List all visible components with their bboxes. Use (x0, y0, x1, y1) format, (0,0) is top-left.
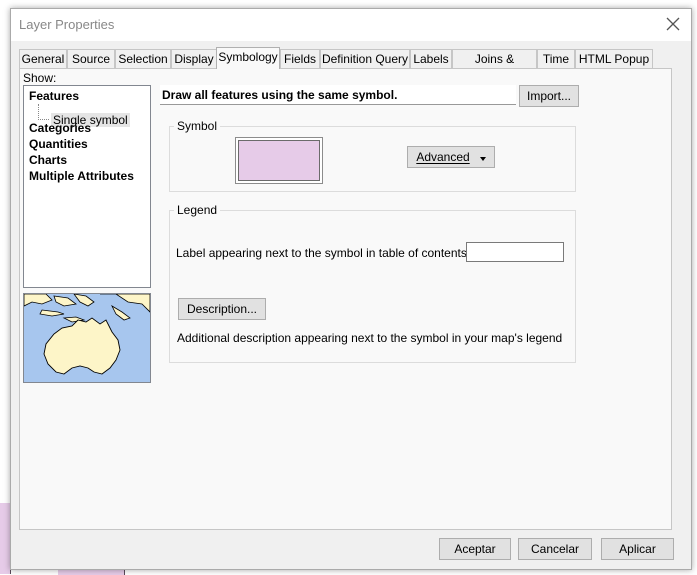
tab-label: Time (542, 52, 570, 66)
apply-button[interactable]: Aplicar (601, 538, 674, 560)
import-button[interactable]: Import... (519, 85, 579, 107)
description-button-label: Description... (186, 302, 258, 316)
tab-label: Definition Query (321, 52, 409, 66)
tab-fields[interactable]: Fields (280, 49, 320, 68)
tree-item-categories[interactable]: Categories (29, 121, 91, 135)
symbology-description: Draw all features using the same symbol. (160, 85, 516, 105)
show-label: Show: (23, 71, 57, 85)
cancel-label: Cancelar (530, 542, 580, 556)
description-note: Additional description appearing next to… (177, 331, 563, 345)
tab-label: Labels (413, 52, 449, 66)
tab-label: Selection (118, 52, 168, 66)
apply-label: Aplicar (619, 542, 656, 556)
tab-time[interactable]: Time (537, 49, 575, 68)
import-label: Import... (526, 89, 571, 103)
tab-html-popup[interactable]: HTML Popup (575, 49, 653, 68)
ok-label: Aceptar (454, 542, 496, 556)
tab-definition-query[interactable]: Definition Query (320, 49, 410, 68)
label-text-caption: Label appearing next to the symbol in ta… (176, 246, 471, 260)
tab-label: Fields (283, 52, 316, 66)
tab-general[interactable]: General (19, 49, 67, 68)
legend-label-input[interactable] (466, 242, 564, 262)
tree-item-quantities[interactable]: Quantities (29, 137, 88, 151)
tab-display[interactable]: Display (171, 49, 217, 68)
layer-properties-dialog: Layer Properties General Source Selectio… (10, 8, 692, 570)
map-preview (23, 293, 151, 383)
cancel-button[interactable]: Cancelar (518, 538, 592, 560)
tree-connector (38, 119, 49, 120)
description-button[interactable]: Description... (178, 298, 266, 320)
tab-labels[interactable]: Labels (410, 49, 452, 68)
tab-joins-relates[interactable]: Joins & Relates (452, 49, 537, 84)
tab-selection[interactable]: Selection (115, 49, 171, 68)
ok-button[interactable]: Aceptar (439, 538, 511, 560)
tab-symbology[interactable]: Symbology (216, 47, 280, 69)
tree-item-charts[interactable]: Charts (29, 153, 67, 167)
legend-group-title: Legend (174, 203, 221, 217)
show-tree: Features Single symbol Categories Quanti… (23, 85, 151, 288)
advanced-label: Advanced (416, 150, 470, 164)
tab-source[interactable]: Source (67, 49, 115, 68)
symbol-swatch-button[interactable] (235, 137, 323, 184)
tab-label: HTML Popup (578, 52, 650, 66)
symbol-group (169, 126, 576, 192)
tree-item-features[interactable]: Features (29, 89, 79, 103)
symbol-swatch (238, 140, 320, 181)
advanced-button[interactable]: Advanced (407, 146, 495, 168)
tree-item-multiple-attributes[interactable]: Multiple Attributes (29, 169, 134, 183)
close-icon[interactable] (665, 15, 681, 33)
tab-label: Source (71, 52, 111, 66)
dropdown-arrow-icon (479, 150, 486, 164)
tree-connector (38, 104, 39, 120)
tab-label: Display (174, 52, 214, 66)
window-title: Layer Properties (19, 17, 115, 32)
symbol-group-title: Symbol (174, 119, 221, 133)
tab-label: General (21, 52, 65, 66)
tab-label: Symbology (218, 50, 278, 64)
title-bar: Layer Properties (11, 9, 691, 41)
symbology-panel: Show: Features Single symbol Categories … (19, 68, 672, 530)
